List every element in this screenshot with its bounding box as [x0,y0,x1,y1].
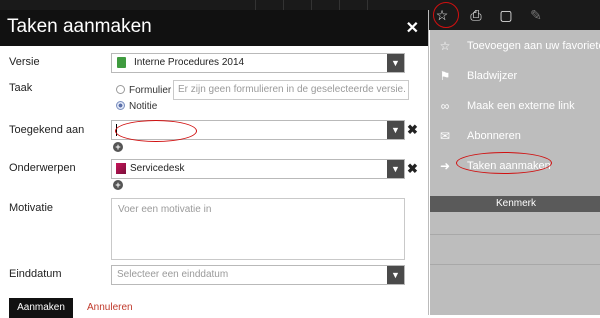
table-divider [430,234,600,235]
motivatie-textarea[interactable]: Voer een motivatie in [111,198,405,260]
annuleren-link[interactable]: Annuleren [87,302,133,313]
comment-icon[interactable]: ▢ [491,0,521,30]
einddatum-label: Einddatum [9,268,62,280]
edit-icon[interactable]: ✎ [521,0,551,30]
annotation-ellipse [433,2,459,28]
versie-value: Interne Procedures 2014 [134,57,245,68]
dialog-header: Taken aanmaken ✕ [0,10,428,46]
versie-label: Versie [9,56,40,68]
formulier-placeholder: Er zijn geen formulieren in de geselecte… [178,84,406,95]
radio-button[interactable] [116,101,125,110]
radio-formulier[interactable]: Formulier [116,85,171,96]
formulier-select[interactable]: Er zijn geen formulieren in de geselecte… [173,80,409,100]
add-onderwerp-icon[interactable]: + [113,180,123,190]
einddatum-placeholder: Selecteer een einddatum [117,269,229,280]
radio-label: Formulier [129,85,172,96]
close-icon[interactable]: ✕ [406,18,419,38]
motivatie-label: Motivatie [9,202,54,214]
radio-button[interactable] [116,85,125,94]
clear-toegekend-icon[interactable]: ✖ [407,122,418,138]
chevron-down-icon[interactable]: ▼ [387,54,404,72]
annotation-ellipse [115,120,197,142]
menu-item-label: Bladwijzer [467,70,518,82]
task-icon: ➜ [439,159,451,173]
book-icon [117,57,126,68]
menu-item-favorieten[interactable]: ☆ Toevoegen aan uw favorieten [430,32,600,62]
menu-item-label: Abonneren [467,130,521,142]
add-toegekend-icon[interactable]: + [113,142,123,152]
versie-select[interactable]: Interne Procedures 2014 ▼ [111,53,405,73]
radio-notitie[interactable]: Notitie [116,101,157,112]
chevron-down-icon[interactable]: ▼ [387,266,404,284]
clear-onderwerpen-icon[interactable]: ✖ [407,161,418,177]
category-icon [116,163,126,174]
toegekend-label: Toegekend aan [9,124,85,136]
onderwerpen-value: Servicedesk [130,163,185,174]
dialog-title: Taken aanmaken [7,16,152,37]
taak-label: Taak [9,82,33,94]
motivatie-placeholder: Voer een motivatie in [118,204,212,215]
table-column-kenmerk: Kenmerk [496,198,537,209]
star-icon: ☆ [439,39,451,53]
table-divider [430,264,600,265]
bookmark-icon: ⚑ [439,69,451,83]
onderwerpen-label: Onderwerpen [9,162,76,174]
menu-item-externe-link[interactable]: ∞ Maak een externe link [430,92,600,122]
menu-item-bladwijzer[interactable]: ⚑ Bladwijzer [430,62,600,92]
menu-item-label: Toevoegen aan uw favorieten [467,40,600,52]
annotation-ellipse [456,152,552,174]
taken-aanmaken-dialog: Taken aanmaken ✕ Versie Interne Procedur… [0,10,429,318]
menu-item-abonneren[interactable]: ✉ Abonneren [430,122,600,152]
envelope-icon: ✉ [439,129,451,143]
menu-item-label: Maak een externe link [467,100,575,112]
onderwerpen-select[interactable]: Servicedesk ▼ [111,159,405,179]
link-icon: ∞ [440,99,450,113]
radio-label: Notitie [129,101,158,112]
chevron-down-icon[interactable]: ▼ [387,121,404,139]
einddatum-select[interactable]: Selecteer een einddatum ▼ [111,265,405,285]
table-header: Kenmerk [430,196,600,212]
chevron-down-icon[interactable]: ▼ [387,160,404,178]
aanmaken-button[interactable]: Aanmaken [9,298,73,318]
print-icon[interactable]: ⎙ [461,0,491,30]
